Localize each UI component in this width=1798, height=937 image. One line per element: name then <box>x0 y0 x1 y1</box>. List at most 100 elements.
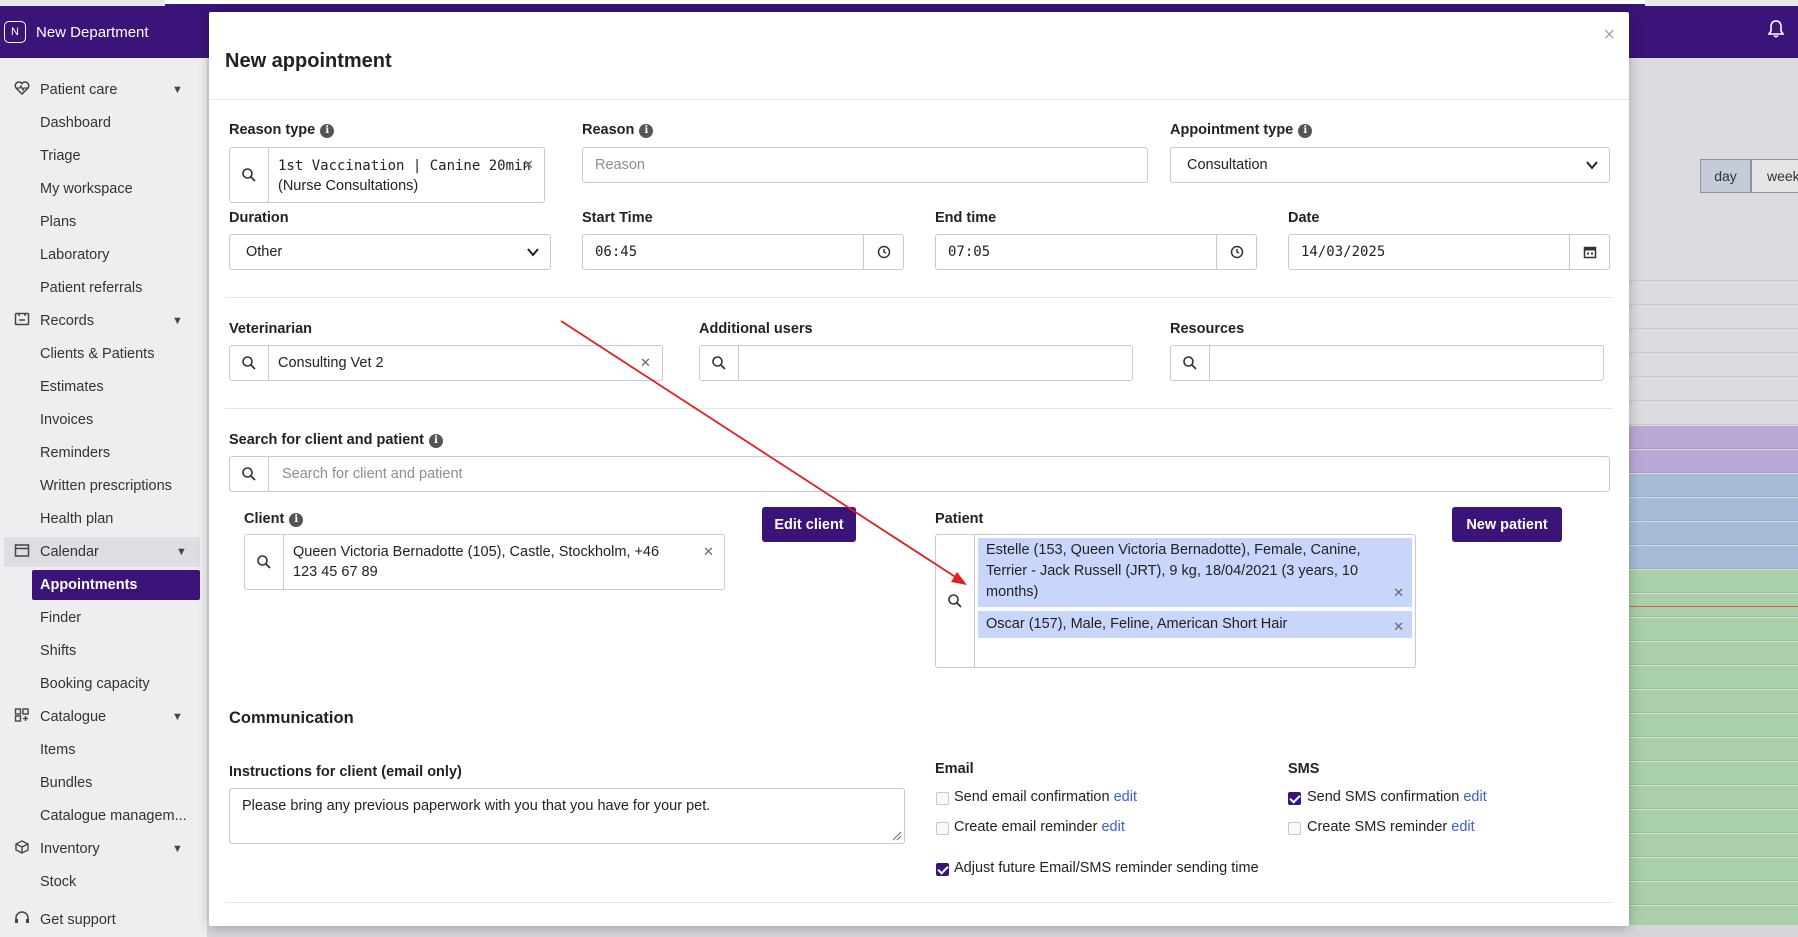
calendar-slot[interactable] <box>1629 498 1798 521</box>
calendar-slot[interactable] <box>1629 426 1798 449</box>
create-email-reminder-checkbox[interactable] <box>936 822 949 835</box>
client-select[interactable]: Queen Victoria Bernadotte (105), Castle,… <box>244 534 725 590</box>
sidebar-item[interactable]: Items <box>0 735 208 765</box>
sidebar-item[interactable]: Clients & Patients <box>0 339 208 369</box>
sidebar-item[interactable]: Catalogue managem... <box>0 801 208 831</box>
department-switcher[interactable]: N New Department <box>0 6 209 58</box>
tab-day[interactable]: day <box>1700 159 1751 193</box>
sidebar-item[interactable]: Booking capacity <box>0 669 208 699</box>
tab-week[interactable]: week <box>1751 159 1798 193</box>
calendar-slot[interactable] <box>1629 666 1798 689</box>
sidebar-section-patient_care[interactable]: Patient care ▼ <box>0 75 208 105</box>
calendar-slot[interactable] <box>1629 738 1798 761</box>
sidebar-item[interactable]: Health plan <box>0 504 208 534</box>
search-icon[interactable] <box>230 148 269 202</box>
calendar-slot[interactable] <box>1629 354 1798 377</box>
edit-link[interactable]: edit <box>1114 789 1137 805</box>
sidebar-section-inventory[interactable]: Inventory ▼ <box>0 834 208 864</box>
calendar-slot[interactable] <box>1629 810 1798 833</box>
calendar-slot[interactable] <box>1629 450 1798 473</box>
resize-handle-icon[interactable] <box>892 831 902 841</box>
sidebar-item[interactable]: Bundles <box>0 768 208 798</box>
sidebar-item[interactable]: Finder <box>0 603 208 633</box>
sidebar-item[interactable]: Plans <box>0 207 208 237</box>
sidebar-item[interactable]: Laboratory <box>0 240 208 270</box>
calendar-slot[interactable] <box>1629 714 1798 737</box>
calendar-slot[interactable] <box>1629 522 1798 545</box>
search-icon[interactable] <box>230 346 269 380</box>
calendar-icon[interactable] <box>1569 235 1609 269</box>
calendar-slot[interactable] <box>1629 762 1798 785</box>
sidebar-item[interactable]: Invoices <box>0 405 208 435</box>
close-icon[interactable]: × <box>1603 24 1615 47</box>
clock-icon[interactable] <box>863 235 903 269</box>
search-icon[interactable] <box>1171 346 1210 380</box>
edit-link[interactable]: edit <box>1101 819 1124 835</box>
sidebar-item[interactable]: Written prescriptions <box>0 471 208 501</box>
patient-select[interactable]: Estelle (153, Queen Victoria Bernadotte)… <box>935 534 1416 668</box>
date-input[interactable]: 14/03/2025 <box>1288 234 1610 270</box>
calendar-slot[interactable] <box>1629 786 1798 809</box>
calendar-slot[interactable] <box>1629 618 1798 641</box>
end-time-input[interactable]: 07:05 <box>935 234 1257 270</box>
calendar-slot[interactable] <box>1629 402 1798 425</box>
reason-type-select[interactable]: 1st Vaccination | Canine 20min (Nurse Co… <box>229 147 545 203</box>
patient-chip[interactable]: Oscar (157), Male, Feline, American Shor… <box>978 611 1412 638</box>
patient-chip[interactable]: Estelle (153, Queen Victoria Bernadotte)… <box>978 538 1412 607</box>
search-icon[interactable] <box>230 457 269 491</box>
calendar-slot[interactable] <box>1629 834 1798 857</box>
instructions-textarea[interactable]: Please bring any previous paperwork with… <box>229 788 905 844</box>
remove-patient-icon[interactable]: ✕ <box>1393 582 1404 603</box>
remove-patient-icon[interactable]: ✕ <box>1393 616 1404 637</box>
search-client-patient-input[interactable]: Search for client and patient <box>229 456 1610 492</box>
send-sms-confirmation-checkbox[interactable] <box>1288 792 1301 805</box>
reason-input[interactable]: Reason <box>582 147 1148 183</box>
clear-icon[interactable]: ✕ <box>703 544 714 560</box>
sidebar-item[interactable]: Appointments <box>32 570 200 600</box>
calendar-slot[interactable] <box>1629 378 1798 401</box>
send-email-confirmation-checkbox[interactable] <box>936 792 949 805</box>
edit-link[interactable]: edit <box>1451 819 1474 835</box>
search-icon[interactable] <box>936 535 975 667</box>
adjust-future-checkbox[interactable] <box>936 863 949 876</box>
search-icon[interactable] <box>245 535 284 589</box>
calendar-slot[interactable] <box>1629 474 1798 497</box>
start-time-input[interactable]: 06:45 <box>582 234 904 270</box>
sidebar-item[interactable]: Stock <box>0 867 208 897</box>
calendar-slot[interactable] <box>1629 330 1798 353</box>
bell-icon[interactable] <box>1767 20 1785 43</box>
search-icon[interactable] <box>700 346 739 380</box>
calendar-slot[interactable] <box>1629 858 1798 881</box>
edit-client-button[interactable]: Edit client <box>762 507 856 542</box>
calendar-slot[interactable] <box>1629 642 1798 665</box>
veterinarian-select[interactable]: Consulting Vet 2 ✕ <box>229 345 663 381</box>
sidebar-item[interactable]: Shifts <box>0 636 208 666</box>
clear-icon[interactable]: ✕ <box>523 157 534 173</box>
resources-select[interactable] <box>1170 345 1604 381</box>
clear-icon[interactable]: ✕ <box>640 355 651 371</box>
calendar-slot[interactable] <box>1629 306 1798 329</box>
calendar-slot[interactable] <box>1629 882 1798 905</box>
clock-icon[interactable] <box>1216 235 1256 269</box>
calendar-slot[interactable] <box>1629 690 1798 713</box>
duration-select[interactable]: Other <box>229 234 551 270</box>
sidebar-item[interactable]: Patient referrals <box>0 273 208 303</box>
calendar-slot[interactable] <box>1629 258 1798 281</box>
sidebar-item[interactable]: Dashboard <box>0 108 208 138</box>
sidebar-section-calendar[interactable]: Calendar ▼ <box>4 537 200 567</box>
calendar-slot[interactable] <box>1629 570 1798 593</box>
sidebar-item[interactable]: Reminders <box>0 438 208 468</box>
additional-users-select[interactable] <box>699 345 1133 381</box>
calendar-slot[interactable] <box>1629 282 1798 305</box>
create-sms-reminder-checkbox[interactable] <box>1288 822 1301 835</box>
appointment-type-select[interactable]: Consultation <box>1170 147 1610 183</box>
edit-link[interactable]: edit <box>1463 789 1486 805</box>
calendar-slot[interactable] <box>1629 546 1798 569</box>
sidebar-get-support[interactable]: Get support <box>0 905 208 935</box>
sidebar-item[interactable]: Triage <box>0 141 208 171</box>
sidebar-item[interactable]: My workspace <box>0 174 208 204</box>
sidebar-item[interactable]: Estimates <box>0 372 208 402</box>
sidebar-section-catalogue[interactable]: Catalogue ▼ <box>0 702 208 732</box>
new-patient-button[interactable]: New patient <box>1452 507 1562 542</box>
sidebar-section-records[interactable]: Records ▼ <box>0 306 208 336</box>
